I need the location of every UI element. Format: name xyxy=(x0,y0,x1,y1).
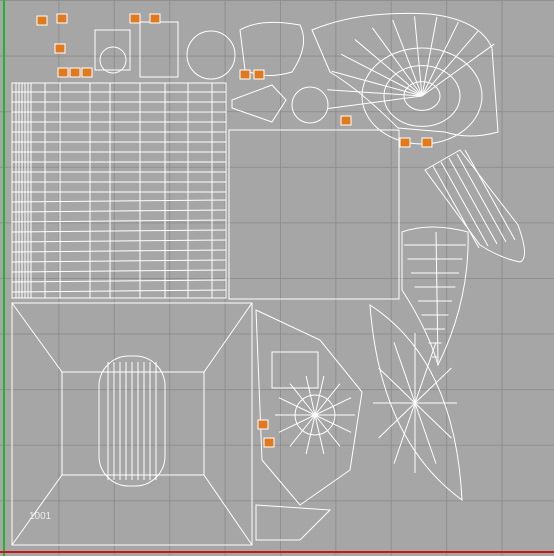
uv-edge-diagonal[interactable] xyxy=(11,302,63,373)
uv-edge-cone[interactable] xyxy=(440,161,489,247)
uv-edge-horizontal[interactable] xyxy=(11,209,227,213)
uv-edge-radial[interactable] xyxy=(414,402,437,464)
uv-shell-square-block[interactable] xyxy=(228,129,400,300)
uv-editor-viewport[interactable]: 1001 xyxy=(0,0,554,556)
uv-shell-frame-inner[interactable] xyxy=(61,371,205,476)
uv-edge-radial[interactable] xyxy=(327,89,423,97)
uv-shell-grid-a[interactable] xyxy=(139,21,179,78)
uv-edge-horizontal[interactable] xyxy=(11,219,227,223)
uv-edge-cone[interactable] xyxy=(456,153,507,243)
uv-shell-arrow[interactable] xyxy=(231,84,287,123)
uv-edge-horizontal[interactable] xyxy=(11,259,227,263)
uv-edge-radial[interactable] xyxy=(393,342,416,404)
uv-edge-radial[interactable] xyxy=(378,402,416,439)
uv-edge-cone[interactable] xyxy=(464,149,516,241)
uv-face-selected[interactable] xyxy=(57,67,69,78)
uv-face-selected[interactable] xyxy=(421,137,433,148)
uv-edge-horizontal[interactable] xyxy=(11,289,227,293)
uv-shell-blob[interactable] xyxy=(239,21,305,76)
uv-edge-cone[interactable] xyxy=(448,157,498,245)
uv-edge-radial[interactable] xyxy=(421,30,479,97)
uv-face-selected[interactable] xyxy=(239,69,251,80)
uv-face-selected[interactable] xyxy=(263,437,275,448)
uv-face-selected[interactable] xyxy=(340,115,352,126)
uv-wireframe-layer[interactable] xyxy=(0,0,554,556)
uv-edge-horizontal[interactable] xyxy=(11,269,227,273)
uv-edge-radial[interactable] xyxy=(392,19,423,97)
uv-face-selected[interactable] xyxy=(81,67,93,78)
uv-face-selected[interactable] xyxy=(253,69,265,80)
uv-edge-diagonal[interactable] xyxy=(203,302,253,373)
uv-edge-horizontal[interactable] xyxy=(11,229,227,233)
uv-shell-disc[interactable] xyxy=(291,86,329,124)
uv-edge-radial[interactable] xyxy=(331,70,423,97)
uv-face-selected[interactable] xyxy=(399,137,411,148)
uv-shell-striped-panel[interactable] xyxy=(11,82,227,299)
uv-shell-fan[interactable] xyxy=(311,12,499,137)
uv-face-selected[interactable] xyxy=(257,419,269,430)
uv-edge-cone[interactable] xyxy=(432,165,480,249)
uv-edge-diagonal[interactable] xyxy=(11,474,63,546)
uv-edge-radial[interactable] xyxy=(414,367,452,404)
uv-shell-ring[interactable] xyxy=(99,46,127,74)
uv-edge-radial[interactable] xyxy=(421,21,459,97)
uv-face-selected[interactable] xyxy=(36,15,48,26)
uv-edge-radial[interactable] xyxy=(421,16,438,97)
uv-edge-radial[interactable] xyxy=(354,39,423,97)
uv-face-selected[interactable] xyxy=(129,13,141,24)
uv-edge-horizontal[interactable] xyxy=(11,199,227,203)
uv-shell-wedge[interactable] xyxy=(255,504,332,541)
uv-shell-sphere[interactable] xyxy=(186,30,236,80)
uv-edge-horizontal[interactable] xyxy=(11,239,227,243)
uv-face-selected[interactable] xyxy=(149,13,161,24)
uv-face-selected[interactable] xyxy=(54,43,66,54)
uv-edge-radial[interactable] xyxy=(393,402,416,464)
uv-face-selected[interactable] xyxy=(69,67,81,78)
uv-edge-radial[interactable] xyxy=(421,43,495,97)
uv-edge-horizontal[interactable] xyxy=(11,249,227,253)
uv-face-selected[interactable] xyxy=(56,13,68,24)
uv-edge-radial[interactable] xyxy=(414,16,423,97)
uv-tile-label: 1001 xyxy=(29,511,52,522)
uv-shell-quad[interactable] xyxy=(271,351,319,389)
uv-edge-horizontal[interactable] xyxy=(11,279,227,283)
uv-edge-diagonal[interactable] xyxy=(203,474,253,546)
